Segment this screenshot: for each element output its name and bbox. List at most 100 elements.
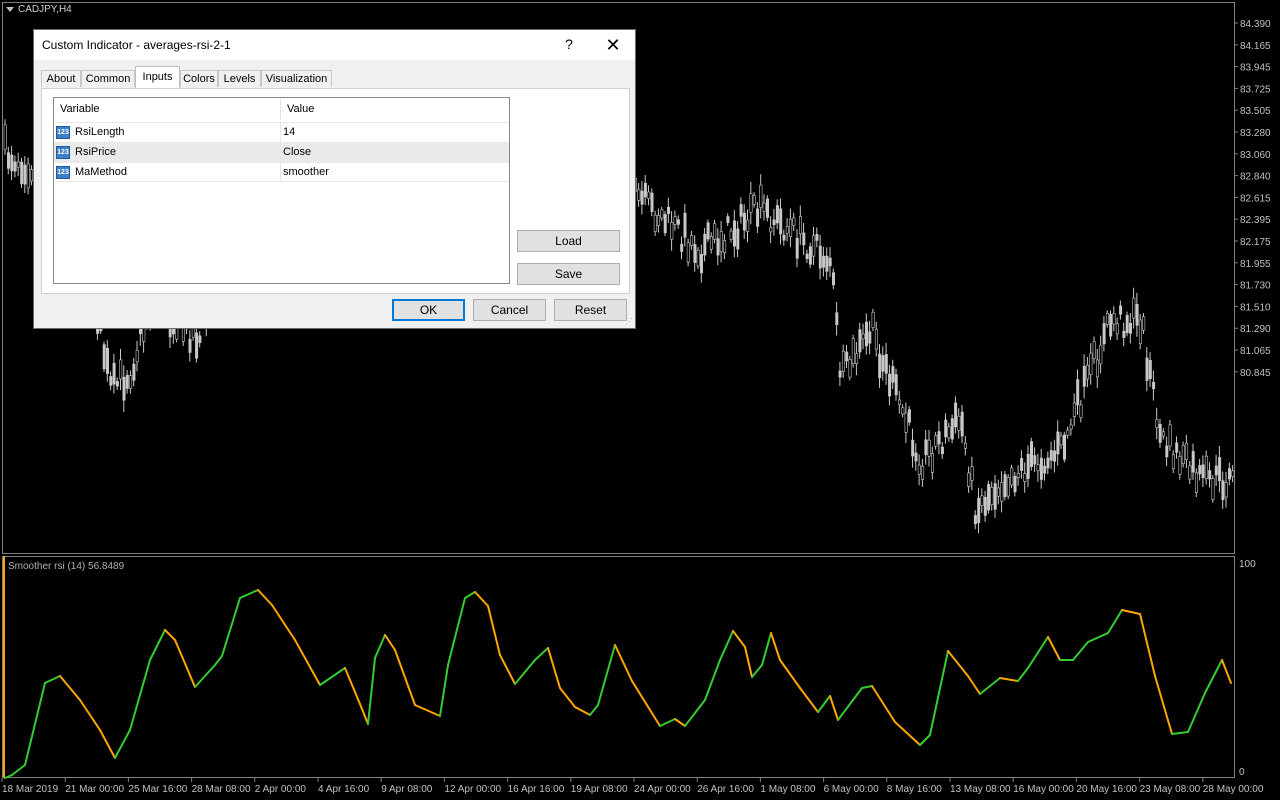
candle-body (993, 483, 997, 510)
close-icon[interactable]: ✕ (600, 33, 626, 57)
candle-body (1112, 313, 1116, 325)
candle-body (930, 453, 934, 473)
candle-body (825, 255, 829, 272)
rsi-segment (817, 695, 831, 713)
rsi-segment (1171, 731, 1189, 735)
variable-value[interactable]: 14 (283, 126, 295, 138)
candle-body (1181, 444, 1185, 464)
candle-body (1102, 323, 1106, 345)
candle-body (10, 154, 14, 172)
candle-body (1003, 474, 1007, 498)
candle-body (1214, 465, 1218, 476)
price-tick-label: 82.395 (1240, 215, 1271, 226)
candle-body (798, 216, 802, 235)
candle-body (841, 350, 845, 372)
candle-body (696, 249, 700, 267)
time-axis: 18 Mar 2019 21 Mar 00:00 25 Mar 16:00 28 Ma… (1, 778, 1264, 795)
input-row-rsiprice[interactable]: 123 RsiPrice Close (54, 142, 509, 162)
candle-body (792, 217, 796, 226)
tab-visualization[interactable]: Visualization (261, 70, 332, 87)
candle-body (1013, 476, 1017, 493)
time-tick-label: 9 Apr 08:00 (381, 784, 433, 795)
time-tick-label: 23 May 08:00 (1140, 784, 1201, 795)
tab-colors[interactable]: Colors (180, 70, 218, 87)
parameter-icon: 123 (56, 146, 70, 159)
candle-body (950, 418, 954, 440)
candle-body (977, 497, 981, 524)
rsi-segment (164, 629, 176, 641)
candle-body (26, 163, 30, 189)
candle-body (1059, 435, 1063, 446)
variable-value[interactable]: smoother (283, 166, 329, 178)
candle-body (1066, 429, 1070, 436)
variable-name: RsiLength (75, 126, 125, 138)
candle-body (129, 375, 133, 389)
rsi-segment (79, 699, 101, 731)
time-tick-label: 28 May 00:00 (1203, 784, 1264, 795)
candle-body (653, 214, 657, 232)
price-tick-label: 84.165 (1240, 41, 1271, 52)
rsi-segment (24, 682, 46, 766)
rsi-segment (744, 646, 753, 678)
save-button[interactable]: Save (517, 263, 620, 285)
tab-about[interactable]: About (41, 70, 81, 87)
price-tick-label: 82.840 (1240, 172, 1271, 183)
chart-symbol-label: CADJPY,H4 (18, 4, 72, 15)
candle-body (1171, 454, 1175, 469)
rsi-segment (487, 605, 501, 656)
candle-body (1162, 431, 1166, 437)
load-button[interactable]: Load (517, 230, 620, 252)
column-header-variable[interactable]: Variable (54, 98, 281, 120)
candle-body (1026, 453, 1030, 479)
rsi-segment (597, 644, 616, 706)
time-tick-label: 2 Apr 00:00 (255, 784, 307, 795)
rsi-segment (704, 659, 721, 701)
rsi-segment (732, 630, 746, 648)
rsi-segment (414, 704, 441, 717)
reset-button[interactable]: Reset (554, 299, 627, 321)
rsi-segment (547, 647, 561, 689)
candle-body (3, 124, 7, 150)
candle-body (789, 218, 793, 237)
chart-symbol-title[interactable]: CADJPY,H4 (6, 4, 72, 15)
candle-body (983, 496, 987, 516)
input-row-mamethod[interactable]: 123 MaMethod smoother (54, 162, 509, 182)
variable-value[interactable]: Close (283, 146, 311, 158)
candle-body (855, 353, 859, 364)
ok-button[interactable]: OK (392, 299, 465, 321)
candle-body (1211, 478, 1215, 500)
rsi-segment (999, 677, 1019, 682)
cancel-button[interactable]: Cancel (473, 299, 546, 321)
column-divider (280, 163, 281, 182)
inputs-grid[interactable]: Variable Value 123 RsiLength 14 123 RsiP… (53, 97, 510, 284)
rsi-segment (99, 729, 116, 759)
tab-inputs[interactable]: Inputs (135, 66, 180, 88)
candle-body (805, 253, 809, 260)
column-header-value[interactable]: Value (281, 98, 509, 120)
dialog-titlebar[interactable]: Custom Indicator - averages-rsi-2-1 ? ✕ (34, 30, 635, 60)
candle-body (1208, 470, 1212, 480)
candle-body (1129, 322, 1133, 334)
resize-grip-icon[interactable]: ⋰ (625, 318, 633, 326)
candle-body (135, 350, 139, 363)
candle-body (848, 358, 852, 378)
rsi-segment (394, 649, 416, 706)
rsi-segment (11, 764, 26, 776)
rsi-segment (447, 597, 466, 666)
rsi-segment (1027, 636, 1049, 669)
rsi-segment (1017, 667, 1029, 682)
candle-body (20, 161, 24, 185)
candle-body (1020, 458, 1024, 471)
tab-common[interactable]: Common (81, 70, 135, 87)
candle-body (7, 152, 11, 169)
tab-levels[interactable]: Levels (218, 70, 261, 87)
parameter-icon: 123 (56, 166, 70, 179)
rsi-segment (761, 632, 772, 666)
candle-body (835, 312, 839, 325)
candle-body (1082, 365, 1086, 387)
help-button[interactable]: ? (559, 36, 579, 52)
input-row-rsilength[interactable]: 123 RsiLength 14 (54, 122, 509, 142)
rsi-segment (129, 659, 151, 731)
candle-body (828, 257, 832, 267)
candle-body (1175, 442, 1179, 453)
